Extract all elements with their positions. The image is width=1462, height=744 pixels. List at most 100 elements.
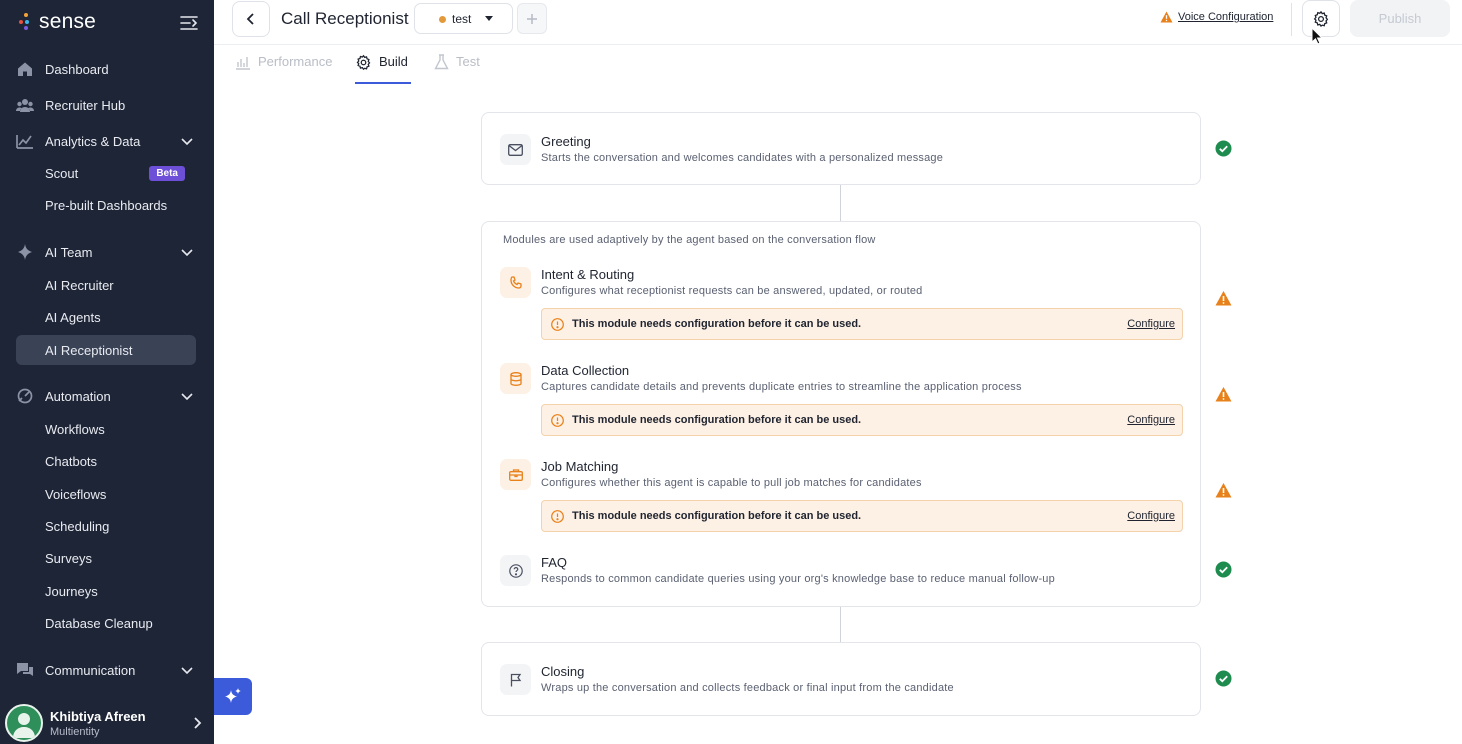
info-icon xyxy=(551,414,564,427)
module-description: Configures what receptionist requests ca… xyxy=(541,285,923,297)
sidebar-item-label: Scout xyxy=(45,165,79,181)
ai-assistant-button[interactable] xyxy=(214,678,252,715)
sidebar-item-journeys[interactable]: Journeys xyxy=(16,576,196,606)
sidebar-item-label: AI Receptionist xyxy=(45,342,133,358)
sidebar-item-ai-team[interactable]: AI Team xyxy=(16,237,196,267)
sidebar: sense Dashboard Recruiter Hub Analytics … xyxy=(0,0,214,744)
sidebar-item-label: Journeys xyxy=(45,583,98,599)
warning-icon xyxy=(1215,387,1232,402)
check-circle-icon xyxy=(1215,140,1232,157)
tab-test[interactable]: Test xyxy=(434,54,480,84)
sidebar-item-ai-agents[interactable]: AI Agents xyxy=(16,302,196,332)
configuration-alert: This module needs configuration before i… xyxy=(541,404,1183,436)
tab-label: Test xyxy=(456,54,480,69)
sidebar-item-label: Chatbots xyxy=(45,453,98,469)
chevron-down-icon[interactable] xyxy=(180,663,194,677)
bar-chart-icon xyxy=(236,57,250,70)
sparkle-icon xyxy=(16,243,34,261)
tab-label: Build xyxy=(379,54,408,69)
voice-configuration-link[interactable]: Voice Configuration xyxy=(1160,11,1273,23)
tab-label: Performance xyxy=(258,54,333,69)
sidebar-item-analytics[interactable]: Analytics & Data xyxy=(16,126,196,156)
gear-icon xyxy=(356,54,371,71)
configure-link[interactable]: Configure xyxy=(1127,414,1175,426)
configure-link[interactable]: Configure xyxy=(1127,318,1175,330)
sidebar-item-label: Recruiter Hub xyxy=(45,97,126,113)
add-version-button[interactable] xyxy=(517,3,547,34)
check-circle-icon xyxy=(1215,561,1232,578)
avatar xyxy=(5,704,43,742)
modules-note: Modules are used adaptively by the agent… xyxy=(503,234,876,246)
check-circle-icon xyxy=(1215,670,1232,687)
sidebar-item-scheduling[interactable]: Scheduling xyxy=(16,511,196,541)
closing-card[interactable]: Closing Wraps up the conversation and co… xyxy=(481,642,1201,716)
logo-mark xyxy=(19,13,33,31)
sidebar-item-label: Communication xyxy=(45,662,136,678)
sidebar-item-dashboard[interactable]: Dashboard xyxy=(16,54,196,84)
sidebar-item-workflows[interactable]: Workflows xyxy=(16,414,196,444)
phone-icon xyxy=(500,267,531,298)
sidebar-item-chatbots[interactable]: Chatbots xyxy=(16,446,196,476)
sidebar-item-recruiter-hub[interactable]: Recruiter Hub xyxy=(16,90,196,120)
module-title: Intent & Routing xyxy=(541,267,635,282)
sidebar-item-label: Workflows xyxy=(45,421,105,437)
user-name: Khibtiya Afreen xyxy=(50,709,146,724)
sidebar-item-ai-recruiter[interactable]: AI Recruiter xyxy=(16,270,196,300)
warning-icon xyxy=(1215,291,1232,306)
automation-icon xyxy=(16,387,34,405)
back-button[interactable] xyxy=(232,1,270,37)
sidebar-item-surveys[interactable]: Surveys xyxy=(16,543,196,573)
mail-icon xyxy=(500,134,531,165)
info-icon xyxy=(551,510,564,523)
chevron-left-icon xyxy=(246,13,254,25)
module-title: Data Collection xyxy=(541,363,630,378)
logo-text: sense xyxy=(39,10,97,33)
sidebar-item-label: AI Agents xyxy=(45,309,101,325)
home-icon xyxy=(16,60,34,78)
version-label: test xyxy=(452,12,472,26)
alert-message: This module needs configuration before i… xyxy=(572,318,862,330)
sidebar-item-voiceflows[interactable]: Voiceflows xyxy=(16,479,196,509)
publish-button[interactable]: Publish xyxy=(1350,0,1450,37)
module-description: Configures whether this agent is capable… xyxy=(541,477,922,489)
database-icon xyxy=(500,363,531,394)
top-header: Call Receptionist test Voice Configurati… xyxy=(214,0,1462,45)
module-title: Greeting xyxy=(541,134,591,149)
version-status-dot xyxy=(439,16,446,23)
sidebar-item-label: Pre-built Dashboards xyxy=(45,197,168,213)
voice-configuration-label: Voice Configuration xyxy=(1178,11,1274,23)
sidebar-item-pre-built-dashboards[interactable]: Pre-built Dashboards xyxy=(16,190,196,220)
sidebar-item-ai-receptionist[interactable]: AI Receptionist xyxy=(16,335,196,365)
sidebar-item-label: AI Recruiter xyxy=(45,277,114,293)
sidebar-item-automation[interactable]: Automation xyxy=(16,381,196,411)
flow-connector xyxy=(840,185,841,221)
user-org: Multientity xyxy=(50,726,100,738)
module-description: Captures candidate details and prevents … xyxy=(541,381,1022,393)
info-icon xyxy=(551,318,564,331)
alert-message: This module needs configuration before i… xyxy=(572,510,862,522)
user-profile[interactable]: Khibtiya Afreen Multientity xyxy=(0,700,214,744)
sidebar-item-communication[interactable]: Communication xyxy=(16,655,196,685)
collapse-sidebar-icon[interactable] xyxy=(179,14,199,32)
warning-icon xyxy=(1160,11,1173,23)
chevron-down-icon[interactable] xyxy=(180,245,194,259)
configure-link[interactable]: Configure xyxy=(1127,510,1175,522)
sparkle-icon xyxy=(225,687,241,703)
sidebar-item-label: Database Cleanup xyxy=(45,615,153,631)
configuration-alert: This module needs configuration before i… xyxy=(541,308,1183,340)
chevron-down-icon[interactable] xyxy=(180,134,194,148)
flask-icon xyxy=(434,54,449,70)
version-select[interactable]: test xyxy=(414,3,513,34)
sidebar-item-database-cleanup[interactable]: Database Cleanup xyxy=(16,608,196,638)
chevron-down-icon[interactable] xyxy=(180,389,194,403)
module-title: Job Matching xyxy=(541,459,619,474)
header-divider xyxy=(1291,3,1292,36)
logo[interactable]: sense xyxy=(19,10,96,34)
sidebar-item-scout[interactable]: Scout Beta xyxy=(16,158,196,188)
tab-build[interactable]: Build xyxy=(355,54,411,84)
chart-icon xyxy=(16,132,34,150)
greeting-card[interactable]: Greeting Starts the conversation and wel… xyxy=(481,112,1201,185)
chevron-right-icon[interactable] xyxy=(192,716,204,730)
tab-performance[interactable]: Performance xyxy=(235,54,332,84)
modules-card: Modules are used adaptively by the agent… xyxy=(481,221,1201,607)
